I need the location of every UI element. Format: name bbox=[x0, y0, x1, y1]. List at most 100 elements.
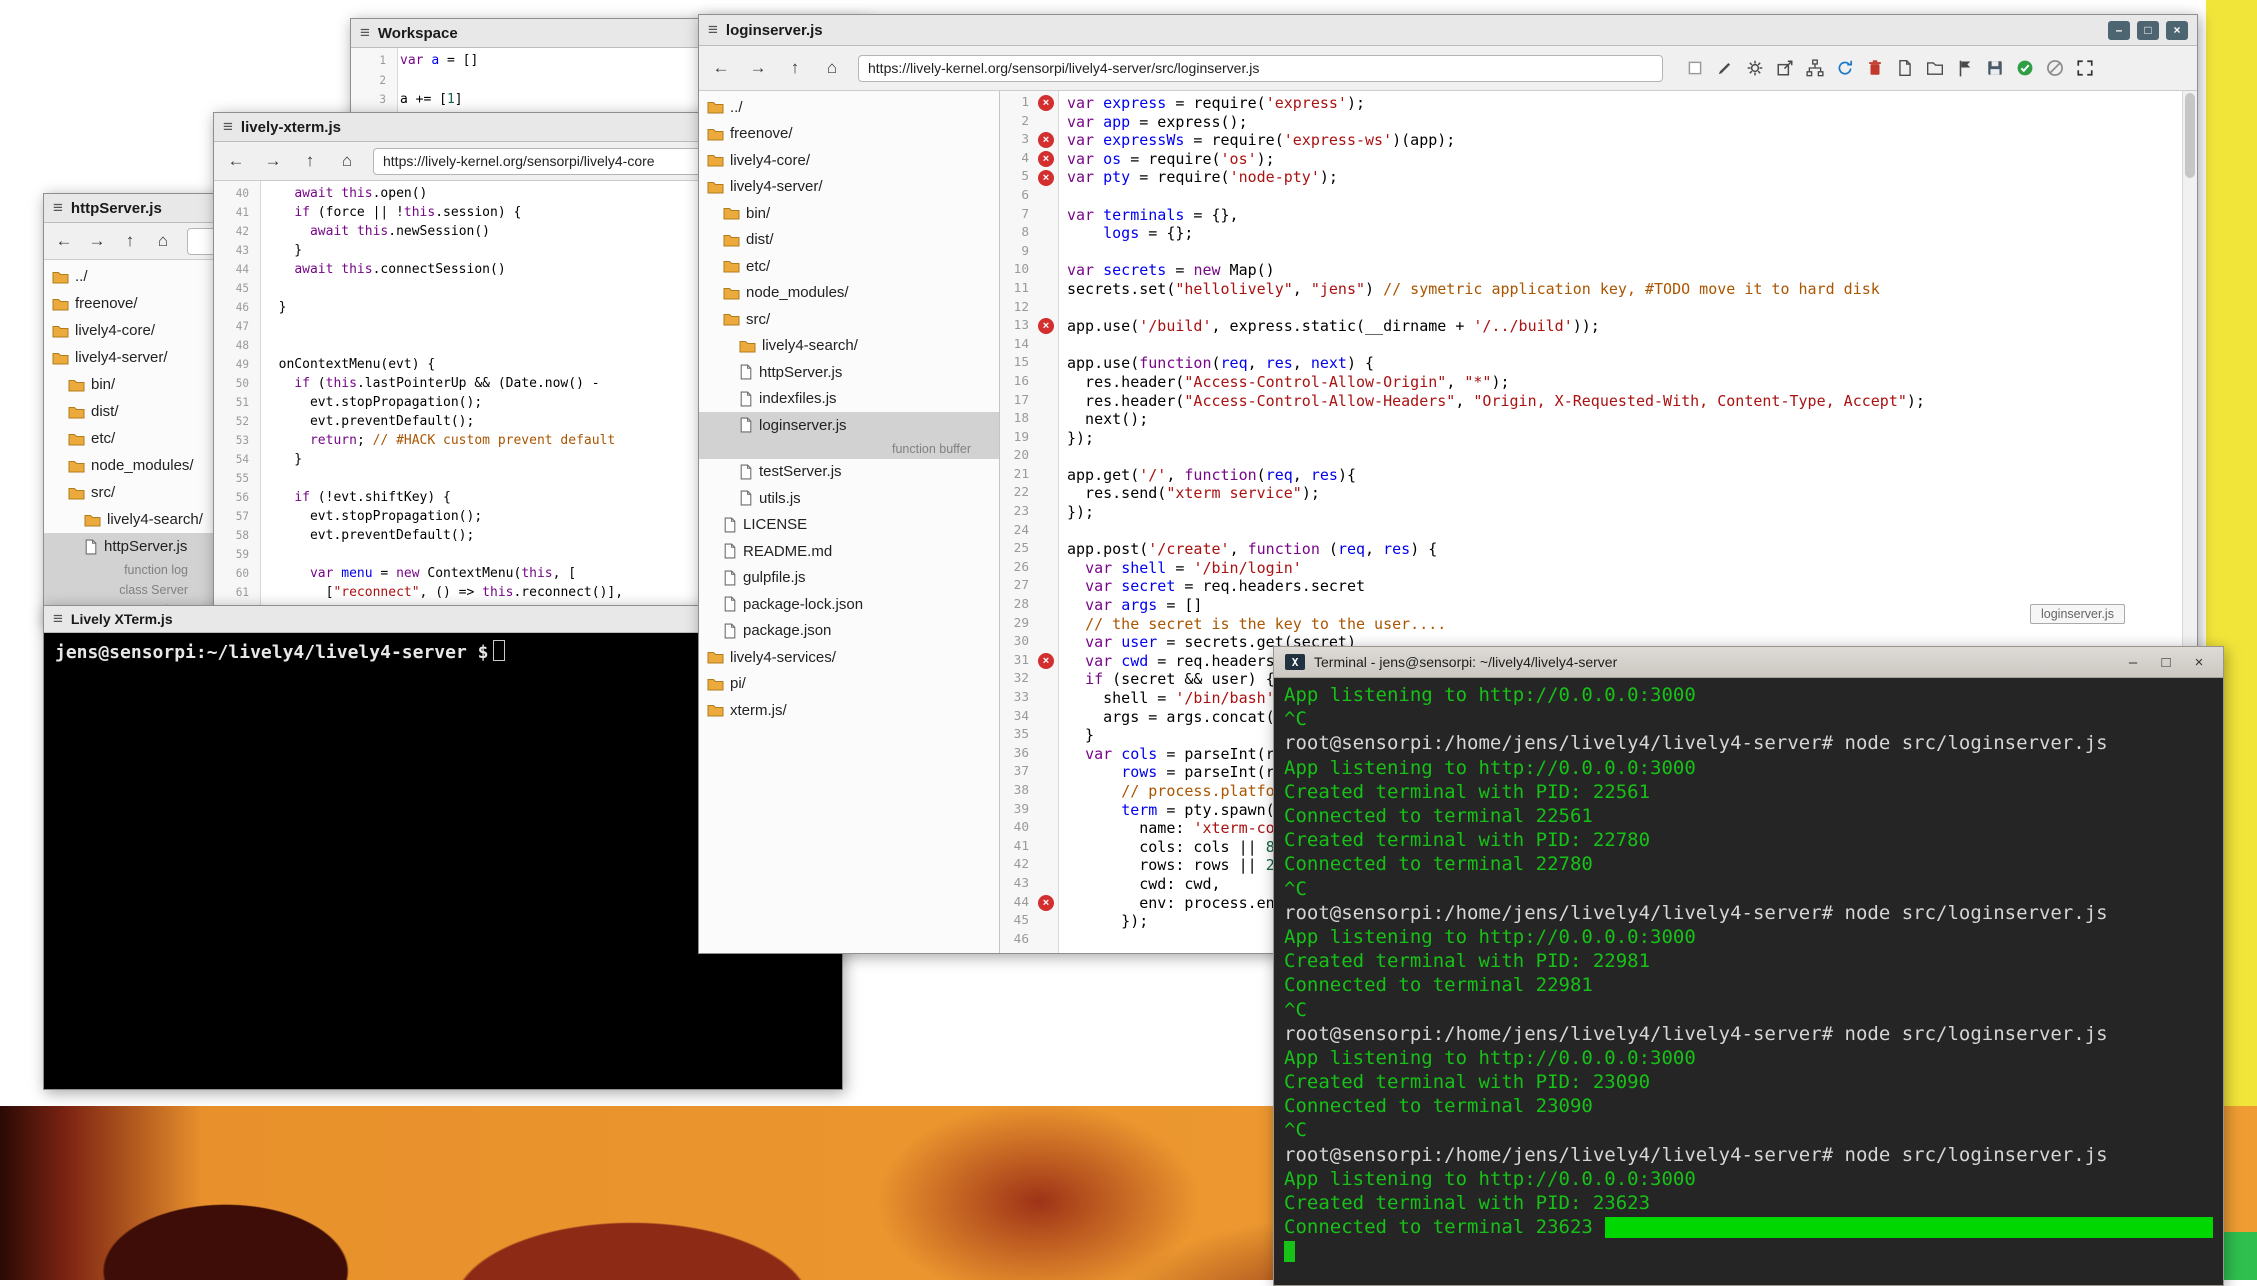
line-number: 1 bbox=[351, 51, 391, 71]
fullscreen-button[interactable] bbox=[2071, 55, 2098, 82]
tree-item-lively4-core[interactable]: lively4-core/ bbox=[44, 317, 216, 344]
tree-item-lively4-server[interactable]: lively4-server/ bbox=[699, 174, 999, 201]
terminal-line: Connected to terminal 23623 bbox=[1284, 1215, 2213, 1239]
gutter-marker: × bbox=[1034, 131, 1058, 150]
menu-icon[interactable] bbox=[360, 23, 370, 43]
tree-item-lively4-search[interactable]: lively4-search/ bbox=[699, 333, 999, 360]
tree-item-pi[interactable]: pi/ bbox=[699, 671, 999, 698]
terminal-output[interactable]: App listening to http://0.0.0.0:3000^Cro… bbox=[1274, 678, 2223, 1285]
tree-item-freenove[interactable]: freenove/ bbox=[699, 121, 999, 148]
tree-item-etc[interactable]: etc/ bbox=[44, 425, 216, 452]
tree-item-annotation: class Server bbox=[44, 580, 216, 600]
tree-item-loginserver-js[interactable]: loginserver.js bbox=[699, 412, 999, 439]
external-link-button[interactable] bbox=[1771, 55, 1798, 82]
back-button[interactable]: ← bbox=[52, 229, 76, 253]
menu-icon[interactable] bbox=[53, 198, 63, 218]
tree-item-xterm-js[interactable]: xterm.js/ bbox=[699, 697, 999, 724]
sitemap-button[interactable] bbox=[1801, 55, 1828, 82]
minimize-button[interactable]: – bbox=[2108, 21, 2130, 40]
up-button[interactable]: ↑ bbox=[296, 147, 324, 175]
new-file-button[interactable] bbox=[1891, 55, 1918, 82]
tree-item-label: bin/ bbox=[746, 205, 770, 222]
up-button[interactable]: ↑ bbox=[781, 54, 809, 82]
maximize-button[interactable]: □ bbox=[2137, 21, 2159, 40]
save-button[interactable] bbox=[1981, 55, 2008, 82]
code-text: } bbox=[1058, 726, 1094, 745]
home-button[interactable]: ⌂ bbox=[818, 54, 846, 82]
back-button[interactable]: ← bbox=[707, 54, 735, 82]
accept-button[interactable] bbox=[2011, 55, 2038, 82]
code-text: var args = [] bbox=[1058, 596, 1202, 615]
tree-item-[interactable]: ../ bbox=[699, 94, 999, 121]
url-input[interactable] bbox=[858, 55, 1663, 82]
error-icon: × bbox=[1038, 132, 1054, 148]
tree-item-package-lock-json[interactable]: package-lock.json bbox=[699, 591, 999, 618]
error-icon: × bbox=[1038, 653, 1054, 669]
forward-button[interactable]: → bbox=[85, 229, 109, 253]
tree-item-dist[interactable]: dist/ bbox=[699, 227, 999, 254]
tree-item-node-modules[interactable]: node_modules/ bbox=[44, 452, 216, 479]
forward-button[interactable]: → bbox=[744, 54, 772, 82]
tree-item-[interactable]: ../ bbox=[44, 263, 216, 290]
back-button[interactable]: ← bbox=[222, 147, 250, 175]
loginserver-titlebar[interactable]: loginserver.js –□× bbox=[699, 15, 2197, 46]
tree-item-label: ../ bbox=[75, 268, 88, 285]
tree-item-etc[interactable]: etc/ bbox=[699, 253, 999, 280]
close-button[interactable]: × bbox=[2166, 21, 2188, 40]
tree-item-utils-js[interactable]: utils.js bbox=[699, 485, 999, 512]
minimize-button[interactable]: – bbox=[2120, 653, 2146, 672]
accept-icon bbox=[2016, 59, 2034, 77]
tree-item-testserver-js[interactable]: testServer.js bbox=[699, 459, 999, 486]
menu-icon[interactable] bbox=[53, 609, 63, 629]
sitemap-icon bbox=[1806, 59, 1824, 77]
trash-button[interactable] bbox=[1861, 55, 1888, 82]
terminal-text: root@sensorpi:/home/jens/lively4/lively4… bbox=[1284, 1144, 2108, 1166]
tree-item-indexfiles-js[interactable]: indexfiles.js bbox=[699, 386, 999, 413]
error-icon: × bbox=[1038, 151, 1054, 167]
tree-item-httpserver-js[interactable]: httpServer.js bbox=[699, 359, 999, 386]
tree-item-lively4-search[interactable]: lively4-search/ bbox=[44, 506, 216, 533]
tree-item-lively4-services[interactable]: lively4-services/ bbox=[699, 644, 999, 671]
tree-item-httpserver-js[interactable]: httpServer.js bbox=[44, 533, 216, 560]
tree-item-src[interactable]: src/ bbox=[699, 306, 999, 333]
tree-item-freenove[interactable]: freenove/ bbox=[44, 290, 216, 317]
code-line: 27 var secret = req.headers.secret bbox=[1000, 577, 2182, 596]
window-title: httpServer.js bbox=[71, 200, 162, 217]
checkbox-button[interactable] bbox=[1681, 55, 1708, 82]
up-button[interactable]: ↑ bbox=[118, 229, 142, 253]
line-number: 20 bbox=[1000, 447, 1034, 466]
tree-item-readme-md[interactable]: README.md bbox=[699, 538, 999, 565]
cancel-button[interactable] bbox=[2041, 55, 2068, 82]
code-text: shell = '/bin/bash' bbox=[1058, 689, 1275, 708]
tree-item-dist[interactable]: dist/ bbox=[44, 398, 216, 425]
terminal-text: Connected to terminal 22561 bbox=[1284, 805, 1593, 827]
menu-icon[interactable] bbox=[223, 117, 233, 137]
terminal-titlebar[interactable]: Terminal - jens@sensorpi: ~/lively4/live… bbox=[1274, 647, 2223, 678]
tree-item-lively4-core[interactable]: lively4-core/ bbox=[699, 147, 999, 174]
close-button[interactable]: × bbox=[2186, 653, 2212, 672]
tree-item-src[interactable]: src/ bbox=[44, 479, 216, 506]
menu-icon[interactable] bbox=[708, 20, 718, 40]
refresh-button[interactable] bbox=[1831, 55, 1858, 82]
tree-item-node-modules[interactable]: node_modules/ bbox=[699, 280, 999, 307]
tree-item-package-json[interactable]: package.json bbox=[699, 618, 999, 645]
scrollbar-thumb[interactable] bbox=[2185, 93, 2195, 178]
home-button[interactable]: ⌂ bbox=[333, 147, 361, 175]
home-button[interactable]: ⌂ bbox=[151, 229, 175, 253]
new-folder-button[interactable] bbox=[1921, 55, 1948, 82]
tree-item-gulpfile-js[interactable]: gulpfile.js bbox=[699, 565, 999, 592]
gutter-marker bbox=[1034, 354, 1058, 373]
tree-item-label: pi/ bbox=[730, 675, 746, 692]
forward-button[interactable]: → bbox=[259, 147, 287, 175]
brush-button[interactable] bbox=[1711, 55, 1738, 82]
code-text: } bbox=[254, 450, 302, 469]
terminal-line: Connected to terminal 22981 bbox=[1284, 973, 2213, 997]
tree-item-bin[interactable]: bin/ bbox=[699, 200, 999, 227]
tree-item-bin[interactable]: bin/ bbox=[44, 371, 216, 398]
tree-item-lively4-server[interactable]: lively4-server/ bbox=[44, 344, 216, 371]
gears-button[interactable] bbox=[1741, 55, 1768, 82]
maximize-button[interactable]: □ bbox=[2153, 653, 2179, 672]
tree-item-license[interactable]: LICENSE bbox=[699, 512, 999, 539]
external-link-icon bbox=[1776, 59, 1794, 77]
flag-button[interactable] bbox=[1951, 55, 1978, 82]
